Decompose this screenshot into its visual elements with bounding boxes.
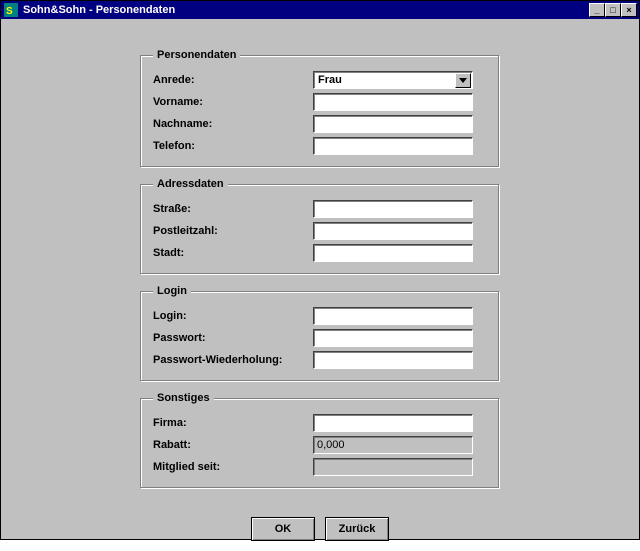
group-person-legend: Personendaten xyxy=(153,49,240,61)
phone-label: Telefon: xyxy=(153,140,313,152)
login-label: Login: xyxy=(153,310,313,322)
password-repeat-input[interactable] xyxy=(313,351,473,369)
member-since-label: Mitglied seit: xyxy=(153,461,313,473)
group-address-legend: Adressdaten xyxy=(153,178,228,190)
street-label: Straße: xyxy=(153,203,313,215)
maximize-button[interactable]: □ xyxy=(605,3,621,17)
group-login: Login Login: Passwort: Passwort-Wiederho… xyxy=(140,285,500,382)
salutation-value: Frau xyxy=(314,74,455,86)
salutation-label: Anrede: xyxy=(153,74,313,86)
company-label: Firma: xyxy=(153,417,313,429)
svg-text:S: S xyxy=(6,6,13,17)
zip-label: Postleitzahl: xyxy=(153,225,313,237)
firstname-input[interactable] xyxy=(313,93,473,111)
city-label: Stadt: xyxy=(153,247,313,259)
phone-input[interactable] xyxy=(313,137,473,155)
group-misc: Sonstiges Firma: Rabatt: 0,000 Mitglied … xyxy=(140,392,500,489)
firstname-label: Vorname: xyxy=(153,96,313,108)
lastname-label: Nachname: xyxy=(153,118,313,130)
salutation-select[interactable]: Frau xyxy=(313,71,473,89)
group-misc-legend: Sonstiges xyxy=(153,392,214,404)
close-button[interactable]: × xyxy=(621,3,637,17)
app-window: S Sohn&Sohn - Personendaten _ □ × Person… xyxy=(0,0,640,540)
chevron-down-icon xyxy=(455,73,471,88)
city-input[interactable] xyxy=(313,244,473,262)
discount-label: Rabatt: xyxy=(153,439,313,451)
group-person: Personendaten Anrede: Frau Vorname: Nac xyxy=(140,49,500,168)
login-input[interactable] xyxy=(313,307,473,325)
client-area: Personendaten Anrede: Frau Vorname: Nac xyxy=(1,19,639,551)
button-row: OK Zurück xyxy=(251,517,389,541)
minimize-button[interactable]: _ xyxy=(589,3,605,17)
window-title: Sohn&Sohn - Personendaten xyxy=(23,4,589,16)
password-input[interactable] xyxy=(313,329,473,347)
password-label: Passwort: xyxy=(153,332,313,344)
password-repeat-label: Passwort-Wiederholung: xyxy=(153,354,313,366)
discount-value: 0,000 xyxy=(313,436,473,454)
titlebar: S Sohn&Sohn - Personendaten _ □ × xyxy=(1,1,639,19)
zip-input[interactable] xyxy=(313,222,473,240)
member-since-value xyxy=(313,458,473,476)
app-icon: S xyxy=(3,2,19,18)
back-button[interactable]: Zurück xyxy=(325,517,389,541)
street-input[interactable] xyxy=(313,200,473,218)
ok-button[interactable]: OK xyxy=(251,517,315,541)
company-input[interactable] xyxy=(313,414,473,432)
group-login-legend: Login xyxy=(153,285,191,297)
lastname-input[interactable] xyxy=(313,115,473,133)
window-controls: _ □ × xyxy=(589,3,637,17)
group-address: Adressdaten Straße: Postleitzahl: Stadt: xyxy=(140,178,500,275)
